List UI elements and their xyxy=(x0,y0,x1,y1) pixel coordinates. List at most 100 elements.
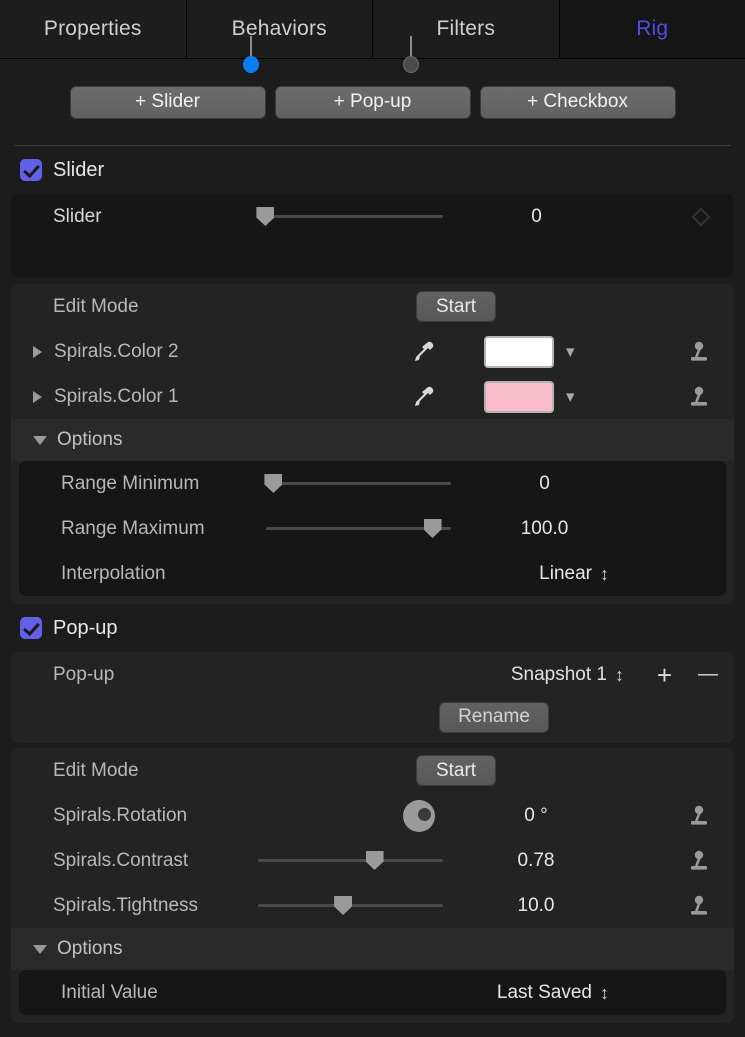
popup-group-header: Pop-up xyxy=(0,604,745,652)
remove-snapshot-label: — xyxy=(698,663,718,685)
slider-row-label: Slider xyxy=(53,206,102,228)
range-minimum-value[interactable]: 0 xyxy=(457,461,632,506)
contrast-knob[interactable] xyxy=(366,851,384,870)
initial-value-label: Initial Value xyxy=(61,982,158,1004)
slider-group-title: Slider xyxy=(53,159,104,182)
param-label-tightness: Spirals.Tightness xyxy=(53,895,198,917)
tab-rig-label: Rig xyxy=(636,17,668,41)
slider-knob[interactable] xyxy=(256,207,274,226)
snapshot-value: Snapshot 1 xyxy=(511,664,607,686)
rig-button-tightness[interactable] xyxy=(686,883,712,928)
popup-options-header[interactable]: Options xyxy=(11,928,734,970)
rotation-value[interactable]: 0 ° xyxy=(461,793,611,838)
popup-group-title: Pop-up xyxy=(53,617,118,640)
tightness-value[interactable]: 10.0 xyxy=(461,883,611,928)
slider-start-label: Start xyxy=(436,296,476,318)
remove-snapshot-button[interactable]: — xyxy=(698,663,718,686)
slider-group-header: Slider xyxy=(0,146,745,194)
tab-filters-label: Filters xyxy=(436,17,495,41)
rig-button-rotation[interactable] xyxy=(686,793,712,838)
param-label-contrast: Spirals.Contrast xyxy=(53,850,188,872)
snapshot-popup[interactable]: Snapshot 1 ↕ xyxy=(511,664,624,686)
slider-track-container[interactable] xyxy=(258,194,443,239)
contrast-slider-container[interactable] xyxy=(258,838,443,883)
contrast-track[interactable] xyxy=(258,859,443,862)
tightness-track[interactable] xyxy=(258,904,443,907)
disclosure-triangle-slider-options[interactable] xyxy=(33,436,47,445)
chevron-down-icon-color1[interactable]: ▾ xyxy=(566,387,575,407)
range-maximum-label: Range Maximum xyxy=(61,518,205,540)
slider-keyframe-button[interactable] xyxy=(690,194,712,239)
joystick-icon xyxy=(686,848,712,874)
joystick-icon xyxy=(686,339,712,365)
rename-row: Rename xyxy=(11,697,734,737)
add-checkbox-button[interactable]: + Checkbox xyxy=(480,86,676,119)
slider-edit-mode-row: Edit Mode Start xyxy=(11,284,734,329)
popup-start-label: Start xyxy=(436,760,476,782)
slider-options-header[interactable]: Options xyxy=(11,419,734,461)
popup-options-title: Options xyxy=(57,938,122,960)
range-maximum-knob[interactable] xyxy=(424,519,442,538)
slider-options-title: Options xyxy=(57,429,122,451)
slider-params-panel: Edit Mode Start Spirals.Color 2 ▾ Spiral… xyxy=(11,284,734,604)
slider-value[interactable]: 0 xyxy=(449,194,624,239)
add-slider-button[interactable]: + Slider xyxy=(70,86,266,119)
popup-row-label: Pop-up xyxy=(53,664,114,686)
tab-properties[interactable]: Properties xyxy=(0,0,187,58)
disclosure-triangle-color1[interactable] xyxy=(33,391,42,403)
range-minimum-track[interactable] xyxy=(266,482,451,485)
stepper-updown-icon: ↕ xyxy=(600,984,609,1002)
popup-edit-mode-row: Edit Mode Start xyxy=(11,748,734,793)
disclosure-triangle-color2[interactable] xyxy=(33,346,42,358)
add-popup-label: + Pop-up xyxy=(334,91,412,113)
initial-value-popup[interactable]: Last Saved ↕ xyxy=(409,970,609,1015)
param-row-contrast: Spirals.Contrast 0.78 xyxy=(11,838,734,883)
popup-edit-mode-start-button[interactable]: Start xyxy=(416,755,496,786)
slider-group-checkbox[interactable] xyxy=(20,159,42,181)
eyedropper-icon xyxy=(406,336,438,368)
range-maximum-track[interactable] xyxy=(266,527,451,530)
tab-rig[interactable]: Rig xyxy=(560,0,745,58)
add-snapshot-label: + xyxy=(657,660,672,690)
popup-select-panel: Pop-up Snapshot 1 ↕ + — Rename xyxy=(11,652,734,743)
eyedropper-icon xyxy=(406,381,438,413)
add-snapshot-button[interactable]: + xyxy=(657,662,672,688)
rename-button[interactable]: Rename xyxy=(439,702,549,733)
rotation-dial-container[interactable] xyxy=(403,800,435,832)
param-row-color1: Spirals.Color 1 ▾ xyxy=(11,374,734,419)
rename-label: Rename xyxy=(458,706,530,728)
popup-params-panel: Edit Mode Start Spirals.Rotation 0 ° Spi… xyxy=(11,748,734,1023)
range-maximum-row: Range Maximum 100.0 xyxy=(19,506,726,551)
color-swatch-color2[interactable] xyxy=(484,336,554,368)
stepper-updown-icon: ↕ xyxy=(600,565,609,583)
popup-group-checkbox[interactable] xyxy=(20,617,42,639)
interpolation-popup[interactable]: Linear ↕ xyxy=(419,551,609,596)
tightness-knob[interactable] xyxy=(334,896,352,915)
eyedropper-button-color2[interactable] xyxy=(406,336,438,368)
range-minimum-slider-container[interactable] xyxy=(266,461,451,506)
rig-button-color2[interactable] xyxy=(686,329,712,374)
disclosure-triangle-popup-options[interactable] xyxy=(33,945,47,954)
range-maximum-slider-container[interactable] xyxy=(266,506,451,551)
range-minimum-knob[interactable] xyxy=(264,474,282,493)
range-maximum-value[interactable]: 100.0 xyxy=(457,506,632,551)
rig-button-color1[interactable] xyxy=(686,374,712,419)
eyedropper-button-color1[interactable] xyxy=(406,381,438,413)
rig-button-contrast[interactable] xyxy=(686,838,712,883)
slider-edit-mode-start-button[interactable]: Start xyxy=(416,291,496,322)
add-slider-label: + Slider xyxy=(135,91,200,113)
rotation-dial[interactable] xyxy=(403,800,435,832)
initial-value-row: Initial Value Last Saved ↕ xyxy=(19,970,726,1015)
param-label-color1: Spirals.Color 1 xyxy=(54,386,179,408)
add-popup-button[interactable]: + Pop-up xyxy=(275,86,471,119)
tightness-slider-container[interactable] xyxy=(258,883,443,928)
chevron-down-icon-color2[interactable]: ▾ xyxy=(566,342,575,362)
joystick-icon xyxy=(686,893,712,919)
popup-snapshot-row: Pop-up Snapshot 1 ↕ + — xyxy=(11,652,734,697)
slider-row: Slider 0 xyxy=(11,194,734,239)
slider-track[interactable] xyxy=(258,215,443,218)
color-swatch-color1[interactable] xyxy=(484,381,554,413)
joystick-icon xyxy=(686,803,712,829)
contrast-value[interactable]: 0.78 xyxy=(461,838,611,883)
tab-properties-label: Properties xyxy=(44,17,142,41)
